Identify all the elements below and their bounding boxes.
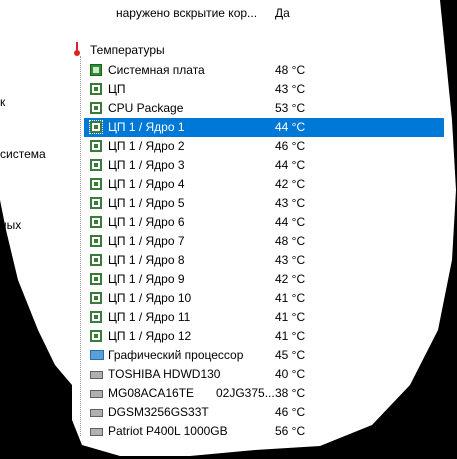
sensor-row[interactable]: MG08ACA16TE 02JG375... 38 °C — [84, 384, 444, 403]
sensor-name: ЦП 1 / Ядро 11 — [108, 310, 191, 324]
sensor-row[interactable]: Графический процессор 45 °C — [84, 346, 444, 365]
cpu-chip-icon — [90, 235, 102, 247]
sensor-row[interactable]: TOSHIBA HDWD130 40 °C — [84, 365, 444, 384]
sensor-extra: 02JG375... — [216, 386, 275, 400]
sensor-row[interactable]: Системная плата 48 °C — [84, 61, 444, 80]
cpu-chip-icon — [90, 102, 102, 114]
cpu-chip-icon — [90, 159, 102, 171]
sensor-value: 40 °C — [275, 367, 306, 381]
sensor-name: ЦП — [108, 82, 126, 96]
cpu-chip-icon — [90, 311, 102, 323]
sensor-value: 56 °C — [275, 424, 306, 438]
sensor-name: ЦП 1 / Ядро 9 — [108, 272, 185, 286]
sensor-name: ЦП 1 / Ядро 5 — [108, 196, 185, 210]
cpu-chip-icon — [90, 254, 102, 266]
disk-icon — [90, 390, 103, 398]
top-row-value: Да — [275, 6, 290, 20]
sensor-row[interactable]: DGSM3256GS33T 46 °C — [84, 403, 444, 422]
sensor-row[interactable]: ЦП 1 / Ядро 11 41 °C — [84, 308, 444, 327]
sensor-value: 41 °C — [275, 291, 306, 305]
sensor-row[interactable]: ЦП 1 / Ядро 3 44 °C — [84, 156, 444, 175]
disk-icon — [90, 371, 103, 379]
disk-icon — [90, 409, 103, 417]
left-panel-item[interactable]: ных — [0, 218, 21, 232]
sensor-value: 46 °C — [275, 139, 306, 153]
cpu-chip-icon — [90, 83, 102, 95]
thermometer-icon — [74, 42, 80, 56]
sensor-row[interactable]: ЦП 1 / Ядро 6 44 °C — [84, 213, 444, 232]
sensor-row[interactable]: ЦП 1 / Ядро 12 41 °C — [84, 327, 444, 346]
sensor-value: 44 °C — [275, 158, 306, 172]
motherboard-icon — [90, 64, 102, 76]
sensor-row[interactable]: ЦП 1 / Ядро 5 43 °C — [84, 194, 444, 213]
cpu-chip-icon — [90, 140, 102, 152]
sensor-value: 44 °C — [275, 215, 306, 229]
sensor-row[interactable]: ЦП 1 / Ядро 4 42 °C — [84, 175, 444, 194]
section-temperatures[interactable]: Температуры — [90, 43, 165, 57]
sensor-name: Системная плата — [108, 63, 205, 77]
sensor-value: 42 °C — [275, 177, 306, 191]
screen: к система ных наружено вскрытие кор... Д… — [0, 0, 457, 459]
sensor-row[interactable]: ЦП 1 / Ядро 7 48 °C — [84, 232, 444, 251]
sensor-name: Patriot P400L 1000GB — [108, 424, 228, 438]
top-row-label[interactable]: наружено вскрытие кор... — [116, 6, 257, 20]
cpu-chip-icon — [90, 330, 102, 342]
disk-icon — [90, 428, 103, 436]
tree-line — [80, 56, 82, 436]
sensor-value: 48 °C — [275, 63, 306, 77]
visible-window-area: к система ных наружено вскрытие кор... Д… — [0, 0, 456, 456]
sensor-name: ЦП 1 / Ядро 7 — [108, 234, 185, 248]
sensor-name: ЦП 1 / Ядро 2 — [108, 139, 185, 153]
cpu-chip-icon — [90, 273, 102, 285]
cpu-chip-icon — [90, 178, 102, 190]
sensor-value: 43 °C — [275, 253, 306, 267]
sensor-name: ЦП 1 / Ядро 8 — [108, 253, 185, 267]
sensor-name: CPU Package — [108, 101, 184, 115]
sensor-name: Графический процессор — [108, 348, 244, 362]
sensor-value: 38 °C — [275, 386, 306, 400]
left-panel-item[interactable]: к — [0, 95, 5, 109]
sensor-name: ЦП 1 / Ядро 6 — [108, 215, 185, 229]
sensor-value: 48 °C — [275, 234, 306, 248]
sensor-row[interactable]: ЦП 43 °C — [84, 80, 444, 99]
sensor-name: ЦП 1 / Ядро 12 — [108, 329, 192, 343]
sensor-row[interactable]: ЦП 1 / Ядро 1 44 °C — [84, 118, 444, 137]
sensor-value: 42 °C — [275, 272, 306, 286]
sensor-row[interactable]: CPU Package 53 °C — [84, 99, 444, 118]
sensor-value: 44 °C — [275, 120, 306, 134]
sensor-value: 45 °C — [275, 348, 306, 362]
sensor-name: DGSM3256GS33T — [108, 405, 209, 419]
cpu-chip-icon — [89, 120, 103, 134]
sensor-value: 53 °C — [275, 101, 306, 115]
cpu-chip-icon — [90, 197, 102, 209]
sensor-row[interactable]: ЦП 1 / Ядро 9 42 °C — [84, 270, 444, 289]
sensor-row[interactable]: ЦП 1 / Ядро 10 41 °C — [84, 289, 444, 308]
left-panel-item[interactable]: система — [0, 147, 46, 161]
sensor-value: 43 °C — [275, 82, 306, 96]
sensor-value: 41 °C — [275, 329, 306, 343]
sensor-row[interactable]: Patriot P400L 1000GB 56 °C — [84, 422, 444, 441]
sensor-value: 43 °C — [275, 196, 306, 210]
cpu-chip-icon — [90, 216, 102, 228]
sensor-row[interactable]: ЦП 1 / Ядро 8 43 °C — [84, 251, 444, 270]
sensor-value: 46 °C — [275, 405, 306, 419]
sensor-row[interactable]: ЦП 1 / Ядро 2 46 °C — [84, 137, 444, 156]
cpu-chip-icon — [90, 292, 102, 304]
sensor-value: 41 °C — [275, 310, 306, 324]
sensor-name: TOSHIBA HDWD130 — [108, 367, 221, 381]
sensor-name: ЦП 1 / Ядро 1 — [108, 120, 185, 134]
gpu-icon — [90, 350, 104, 360]
sensor-name: ЦП 1 / Ядро 10 — [108, 291, 192, 305]
sensor-name: ЦП 1 / Ядро 4 — [108, 177, 185, 191]
sensor-name: ЦП 1 / Ядро 3 — [108, 158, 185, 172]
sensor-name: MG08ACA16TE — [108, 386, 195, 400]
